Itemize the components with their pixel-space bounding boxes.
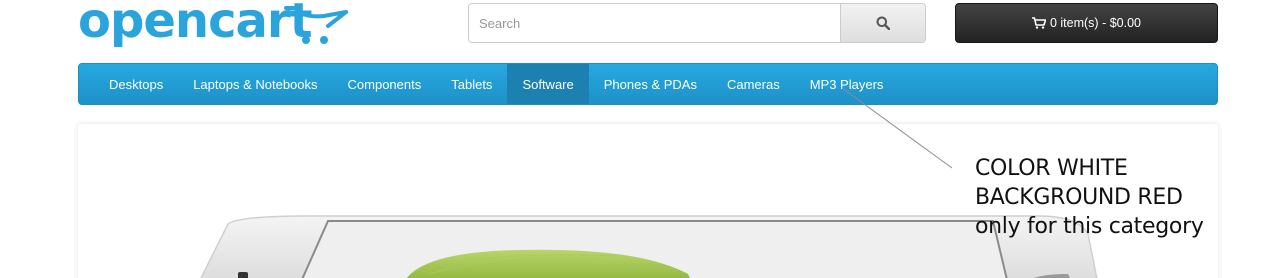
menu-item-mp3-players[interactable]: MP3 Players (795, 64, 899, 104)
category-menu: Desktops Laptops & Notebooks Components … (78, 63, 1218, 105)
cart-dots-icon (284, 6, 348, 44)
menu-item-laptops-notebooks[interactable]: Laptops & Notebooks (178, 64, 332, 104)
annotation-line-3: only for this category (975, 214, 1204, 239)
annotation-line-1: COLOR WHITE (975, 156, 1128, 181)
search-button[interactable] (840, 4, 925, 42)
menu-item-desktops[interactable]: Desktops (94, 64, 178, 104)
annotation-note: COLOR WHITE BACKGROUND RED only for this… (975, 154, 1245, 241)
menu-item-phones-pdas[interactable]: Phones & PDAs (589, 64, 712, 104)
search-bar (468, 3, 926, 43)
cart-label: 0 item(s) - $0.00 (1049, 16, 1141, 30)
search-input[interactable] (469, 4, 841, 42)
cart-button[interactable]: 0 item(s) - $0.00 (955, 3, 1218, 43)
menu-item-tablets[interactable]: Tablets (436, 64, 507, 104)
logo-text: opencart (78, 0, 313, 49)
menu-item-components[interactable]: Components (333, 64, 437, 104)
menu-item-software[interactable]: Software (507, 64, 589, 104)
opencart-logo[interactable]: opencart (78, 0, 350, 56)
shopping-cart-icon (1031, 17, 1046, 29)
annotation-line-2: BACKGROUND RED (975, 185, 1183, 210)
search-icon (876, 16, 890, 30)
menu-item-cameras[interactable]: Cameras (712, 64, 795, 104)
